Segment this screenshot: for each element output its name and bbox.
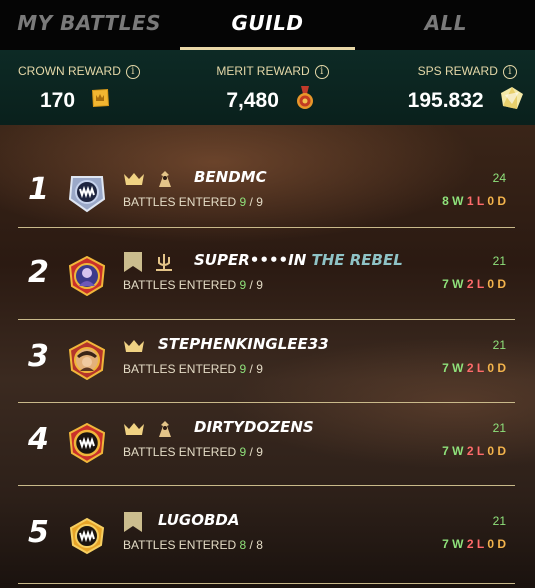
rank-number: 5 bbox=[28, 515, 49, 550]
merit-reward-value: 7,480 bbox=[226, 89, 279, 112]
battles-entered-count: 9 bbox=[239, 445, 247, 459]
avatar[interactable] bbox=[68, 423, 106, 463]
player-title: THE REBEL bbox=[311, 251, 403, 269]
battles-entered-label: BATTLES ENTERED bbox=[123, 278, 237, 292]
tab-bar: MY BATTLES GUILD ALL bbox=[0, 0, 535, 50]
crown-icon bbox=[123, 172, 145, 186]
player-name[interactable]: DIRTYDOZENS bbox=[194, 418, 314, 436]
battles-entered-count: 8 bbox=[239, 538, 247, 552]
battles-entered-label: BATTLES ENTERED bbox=[123, 445, 237, 459]
avatar[interactable] bbox=[68, 173, 106, 213]
banner-icon bbox=[123, 511, 143, 533]
battles-entered-count: 9 bbox=[239, 195, 247, 209]
leaderboard-row[interactable]: 4 DIRTYDOZENS BATTLES ENTERED 9 / 9 21 7… bbox=[0, 400, 535, 483]
guild-trident-icon bbox=[155, 253, 173, 271]
brawler-icon bbox=[157, 170, 173, 188]
battles-entered-label: BATTLES ENTERED bbox=[123, 538, 237, 552]
crown-icon bbox=[123, 339, 145, 353]
battles-entered-count: 9 bbox=[239, 278, 247, 292]
crown-reward-value: 170 bbox=[40, 89, 76, 112]
battles-total-count: 9 bbox=[256, 445, 263, 459]
draws: 0 D bbox=[487, 361, 506, 375]
row-divider bbox=[18, 485, 515, 486]
banner-icon bbox=[123, 251, 143, 273]
player-score: 21 bbox=[492, 338, 506, 352]
sps-reward: SPS REWARD i 195.832 bbox=[357, 50, 535, 125]
battles-entered-count: 9 bbox=[239, 362, 247, 376]
sps-reward-value: 195.832 bbox=[407, 89, 484, 112]
crown-reward-label: CROWN REWARD bbox=[18, 64, 121, 78]
losses: 2 L bbox=[466, 444, 484, 458]
leaderboard-row[interactable]: 3 STEPHENKINGLEE33 BATTLES ENTERED 9 / 9… bbox=[0, 317, 535, 400]
crown-icon bbox=[123, 422, 145, 436]
row-divider bbox=[18, 583, 515, 584]
info-icon[interactable]: i bbox=[125, 65, 140, 79]
rank-number: 4 bbox=[28, 422, 49, 457]
player-score: 24 bbox=[492, 171, 506, 185]
leaderboard-row[interactable]: 5 LUGOBDA BATTLES ENTERED 8 / 8 21 7 W 2… bbox=[0, 493, 535, 576]
leaderboard-row[interactable]: 1 BENDMC BATTLES ENTERED 9 / 9 24 8 W 1 … bbox=[0, 150, 535, 233]
crown-reward: CROWN REWARD i 170 bbox=[0, 50, 178, 125]
rank-number: 1 bbox=[28, 172, 49, 207]
info-icon[interactable]: i bbox=[502, 65, 517, 79]
losses: 2 L bbox=[466, 537, 484, 551]
merit-reward: MERIT REWARD i 7,480 bbox=[178, 50, 356, 125]
wins: 7 W bbox=[442, 361, 464, 375]
rank-number: 3 bbox=[28, 339, 49, 374]
battles-total-count: 9 bbox=[256, 362, 263, 376]
draws: 0 D bbox=[487, 537, 506, 551]
avatar[interactable] bbox=[68, 256, 106, 296]
win-loss-draw: 7 W 2 L 0 D bbox=[442, 277, 506, 291]
brawler-icon bbox=[157, 420, 173, 438]
player-name[interactable]: BENDMC bbox=[194, 168, 267, 186]
tab-my-battles[interactable]: MY BATTLES bbox=[0, 0, 178, 50]
win-loss-draw: 7 W 2 L 0 D bbox=[442, 444, 506, 458]
draws: 0 D bbox=[487, 444, 506, 458]
sps-token-icon bbox=[500, 86, 524, 110]
battles-total-count: 9 bbox=[256, 278, 263, 292]
player-name[interactable]: LUGOBDA bbox=[158, 511, 239, 529]
wins: 7 W bbox=[442, 537, 464, 551]
battles-entered-label: BATTLES ENTERED bbox=[123, 362, 237, 376]
player-name[interactable]: SUPER••••IN bbox=[194, 251, 306, 269]
merit-medal-icon bbox=[295, 86, 315, 112]
win-loss-draw: 7 W 2 L 0 D bbox=[442, 537, 506, 551]
avatar[interactable] bbox=[68, 340, 106, 380]
win-loss-draw: 8 W 1 L 0 D bbox=[442, 194, 506, 208]
losses: 2 L bbox=[466, 277, 484, 291]
draws: 0 D bbox=[487, 277, 506, 291]
wins: 7 W bbox=[442, 444, 464, 458]
battles-entered-label: BATTLES ENTERED bbox=[123, 195, 237, 209]
leaderboard-row[interactable]: 2 SUPER••••IN THE REBEL BATTLES ENTERED … bbox=[0, 233, 535, 316]
sps-reward-label: SPS REWARD bbox=[417, 64, 498, 78]
tab-guild[interactable]: GUILD bbox=[178, 0, 356, 50]
player-score: 21 bbox=[492, 421, 506, 435]
battles-total-count: 9 bbox=[256, 195, 263, 209]
wins: 8 W bbox=[442, 194, 464, 208]
rank-number: 2 bbox=[28, 255, 49, 290]
wins: 7 W bbox=[442, 277, 464, 291]
info-icon[interactable]: i bbox=[314, 65, 329, 79]
player-name[interactable]: STEPHENKINGLEE33 bbox=[158, 335, 329, 353]
crown-reward-icon bbox=[89, 86, 111, 110]
avatar[interactable] bbox=[68, 516, 106, 556]
row-divider bbox=[18, 227, 515, 228]
player-score: 21 bbox=[492, 254, 506, 268]
losses: 2 L bbox=[466, 361, 484, 375]
win-loss-draw: 7 W 2 L 0 D bbox=[442, 361, 506, 375]
draws: 0 D bbox=[487, 194, 506, 208]
player-score: 21 bbox=[492, 514, 506, 528]
losses: 1 L bbox=[466, 194, 484, 208]
rewards-bar: CROWN REWARD i 170 MERIT REWARD i 7,480 bbox=[0, 50, 535, 125]
battles-total-count: 8 bbox=[256, 538, 263, 552]
tab-all[interactable]: ALL bbox=[357, 0, 535, 50]
merit-reward-label: MERIT REWARD bbox=[216, 64, 310, 78]
